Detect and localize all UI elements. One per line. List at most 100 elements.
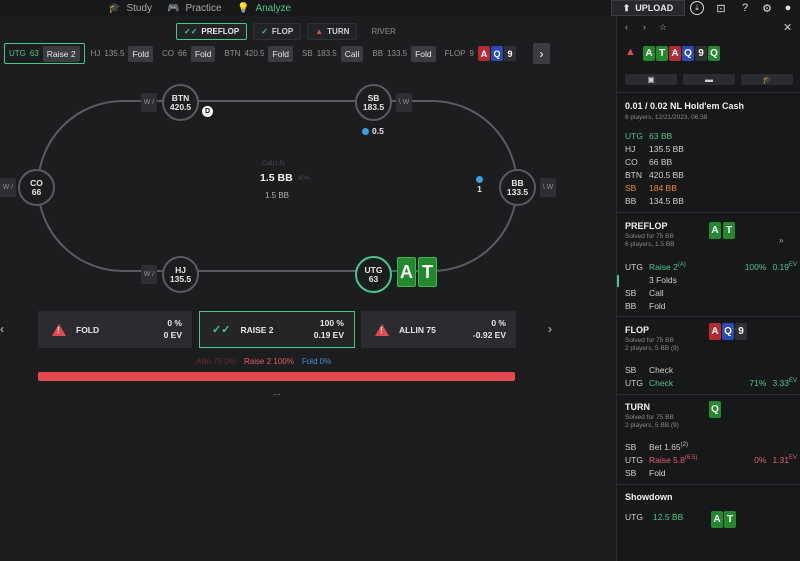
preflop-title: PREFLOP bbox=[625, 221, 668, 231]
account-icon[interactable]: ● bbox=[781, 1, 795, 15]
bb-bet: 1 bbox=[476, 176, 483, 194]
chevron-right-icon: › bbox=[539, 46, 544, 61]
graduation-cap-icon: 🎓 bbox=[108, 2, 121, 14]
pot-ghost-label: Call(1.5) bbox=[262, 161, 285, 167]
player-row: HJ 135.5 BB bbox=[625, 144, 684, 154]
chevron-right-icon[interactable]: › bbox=[548, 322, 552, 336]
player-row: BB 134.5 BB bbox=[625, 196, 684, 206]
flop-title: FLOP bbox=[625, 325, 649, 335]
seat-btn[interactable]: BTN 420.5 bbox=[162, 84, 199, 121]
game-subtitle: 6 players, 12/21/2023, 06:38 bbox=[625, 114, 708, 121]
upload-button[interactable]: ⬆ UPLOAD bbox=[611, 0, 685, 16]
tab-turn[interactable]: ▲ TURN bbox=[307, 23, 358, 40]
chevron-left-icon[interactable]: ‹ bbox=[0, 322, 4, 336]
help-icon[interactable]: ? bbox=[738, 1, 752, 15]
seat-sb[interactable]: SB 183.5 bbox=[355, 84, 392, 121]
action-bb[interactable]: BB 133.5 Fold bbox=[369, 43, 438, 64]
warning-icon: ! bbox=[375, 323, 389, 336]
strategy-bar bbox=[38, 372, 515, 381]
close-icon[interactable]: ✕ bbox=[783, 21, 792, 34]
card: A bbox=[643, 46, 655, 61]
w-badge: W / bbox=[141, 93, 157, 112]
nav-analyze[interactable]: 💡 Analyze bbox=[237, 0, 291, 16]
tab-preflop[interactable]: ✓✓ PREFLOP bbox=[176, 23, 248, 40]
preflop-row: 3 Folds bbox=[649, 275, 677, 285]
upload-icon: ⬆ bbox=[622, 2, 631, 13]
camera-icon: ▣ bbox=[647, 75, 655, 84]
more-dots[interactable]: ... bbox=[273, 387, 281, 397]
card: A bbox=[669, 46, 681, 61]
star-icon[interactable]: ☆ bbox=[659, 22, 667, 33]
preflop-row[interactable]: UTG Raise 2 (A) 100% 0.19 EV bbox=[625, 262, 797, 272]
note-icon: ▬ bbox=[705, 75, 713, 84]
action-history-bar: UTG 63 Raise 2 HJ 135.5 Fold CO 66 Fold BTN 420… bbox=[4, 43, 519, 64]
card: T bbox=[656, 46, 668, 61]
divider bbox=[617, 212, 800, 213]
import-icon[interactable]: ⤓ bbox=[690, 1, 704, 15]
gear-icon[interactable]: ⚙ bbox=[760, 1, 774, 15]
player-row: BTN 420.5 BB bbox=[625, 170, 684, 180]
camera-button[interactable]: ▣ bbox=[625, 74, 677, 85]
seat-hj[interactable]: HJ 135.5 bbox=[162, 256, 199, 293]
action-hj[interactable]: HJ 135.5 Fold bbox=[88, 43, 156, 64]
game-title: 0.01 / 0.02 NL Hold'em Cash bbox=[625, 101, 745, 111]
chip-icon bbox=[476, 176, 483, 183]
lightbulb-icon: 💡 bbox=[237, 2, 250, 14]
current-action-marker bbox=[617, 275, 619, 287]
sb-bet: 0.5 bbox=[362, 126, 384, 136]
chip-icon bbox=[362, 127, 369, 135]
action-flop[interactable]: FLOP 9 AQ9 bbox=[442, 43, 519, 64]
action-co[interactable]: CO 66 Fold bbox=[159, 43, 218, 64]
choice-fold[interactable]: ! FOLD 0 % 0 EV bbox=[38, 311, 192, 348]
next-arrow-button[interactable]: › bbox=[533, 43, 550, 64]
chevron-left-icon[interactable]: ‹ bbox=[625, 22, 628, 32]
graduation-cap-icon: 🎓 bbox=[762, 75, 772, 84]
divider bbox=[617, 316, 800, 317]
player-row: SB 184 BB bbox=[625, 183, 677, 193]
card: Q bbox=[722, 323, 734, 340]
showdown-row: UTG 12.5 BB bbox=[625, 512, 684, 522]
turn-row[interactable]: UTG Raise 5.8 (6.5) 0% 1.31 EV bbox=[625, 455, 797, 465]
card: Q bbox=[709, 401, 721, 418]
note-button[interactable]: ▬ bbox=[683, 74, 735, 85]
turn-row: SB Bet 1.65 (2) bbox=[625, 442, 689, 452]
pot-sub: 1.5 BB bbox=[265, 191, 290, 200]
study-button[interactable]: 🎓 bbox=[741, 74, 793, 85]
choice-raise[interactable]: ✓✓ RAISE 2 100 % 0.19 EV bbox=[199, 311, 355, 348]
seat-bb[interactable]: BB 133.5 bbox=[499, 169, 536, 206]
tab-flop[interactable]: ✓ FLOP bbox=[253, 23, 302, 40]
turn-title: TURN bbox=[625, 402, 650, 412]
player-row: CO 66 BB bbox=[625, 157, 673, 167]
check-icon: ✓ bbox=[261, 27, 268, 36]
card: A bbox=[711, 511, 723, 528]
card: A bbox=[709, 323, 721, 340]
expand-icon[interactable]: » bbox=[779, 236, 783, 245]
divider bbox=[617, 484, 800, 485]
nav-study[interactable]: 🎓 Study bbox=[108, 0, 152, 16]
seat-utg-hero[interactable]: UTG 63 bbox=[355, 256, 392, 293]
double-check-icon: ✓✓ bbox=[212, 324, 231, 336]
screenshot-icon[interactable]: ⊡ bbox=[714, 1, 728, 15]
tab-river[interactable]: RIVER bbox=[363, 23, 403, 40]
w-badge: W / bbox=[141, 265, 157, 284]
card: 9 bbox=[695, 46, 707, 61]
preflop-row: BB Fold bbox=[625, 301, 666, 311]
nav-practice[interactable]: 🎮 Practice bbox=[167, 0, 222, 16]
choice-allin[interactable]: ! ALLIN 75 0 % -0.92 EV bbox=[361, 311, 516, 348]
action-utg[interactable]: UTG 63 Raise 2 bbox=[4, 43, 85, 64]
flop-row[interactable]: UTG Check 71% 3.33 EV bbox=[625, 378, 797, 388]
divider bbox=[617, 394, 800, 395]
flop-row: SB Check bbox=[625, 365, 674, 375]
gamepad-icon: 🎮 bbox=[167, 2, 180, 14]
action-btn[interactable]: BTN 420.5 Fold bbox=[221, 43, 296, 64]
player-row: UTG 63 BB bbox=[625, 131, 673, 141]
w-badge: \ W bbox=[396, 93, 412, 112]
seat-co[interactable]: CO 66 bbox=[18, 169, 55, 206]
dealer-button: D bbox=[202, 106, 213, 117]
chevron-right-icon[interactable]: › bbox=[643, 22, 646, 32]
poker-table bbox=[37, 100, 518, 272]
card: Q bbox=[490, 46, 503, 61]
action-sb[interactable]: SB 183.5 Call bbox=[299, 43, 366, 64]
street-tabs: ✓✓ PREFLOP ✓ FLOP ▲ TURN RIVER bbox=[176, 23, 404, 40]
warning-icon: ▲ bbox=[625, 46, 636, 58]
